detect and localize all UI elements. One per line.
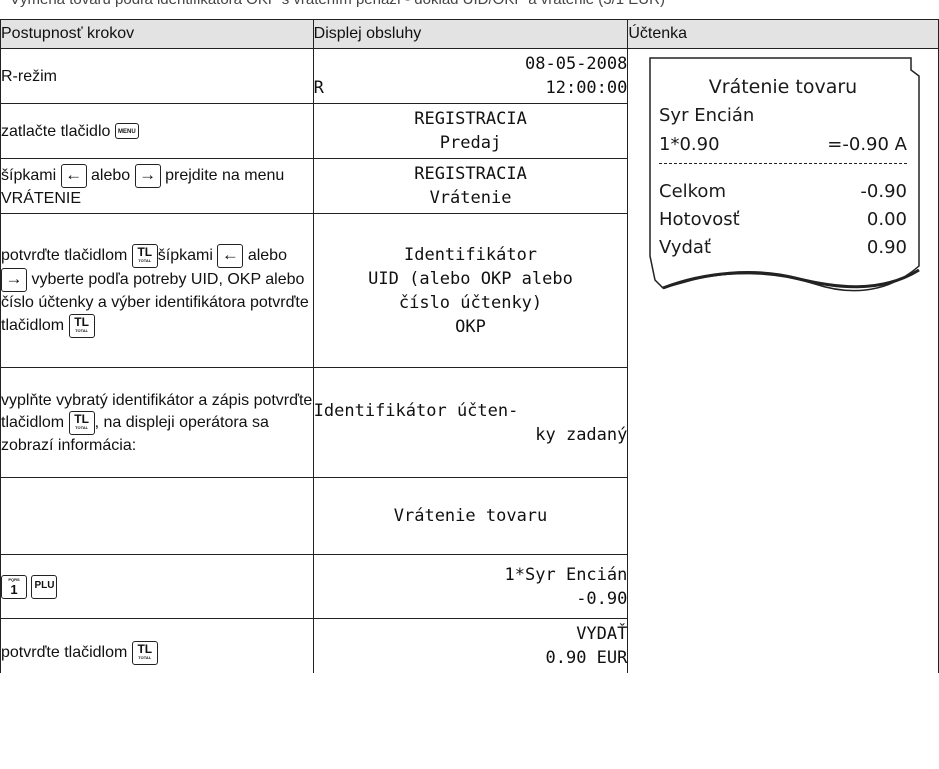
total-key-icon: TL TOTAL [68,313,95,338]
step-text: potvrďte tlačidlom [1,643,128,661]
step-text: alebo [91,166,131,184]
display-line-2: -0.90 [576,588,628,609]
display-line-2: Vrátenie [429,188,512,208]
receipt-cash-label: Hotovosť [659,209,740,230]
step-cell: PQRS 1 PLU [0,554,314,619]
key-1-icon: PQRS 1 [1,574,27,599]
display-cell: Identifikátor UID (alebo OKP alebo číslo… [312,213,629,368]
receipt-cash-row: Hotovosť 0.00 [659,209,907,230]
receipt-total-row: Celkom -0.90 [659,181,907,202]
display-line-4: OKP [455,316,486,337]
right-arrow-key-icon: → [134,163,161,188]
step-text: šípkami [1,166,57,184]
plu-key-icon: PLU [31,574,58,599]
receipt-cash-value: 0.00 [866,209,907,230]
column-header-display: Displej obsluhy [312,19,629,49]
display-line-1: Identifikátor [403,244,538,265]
receipt-divider [659,163,907,164]
receipt-change-label: Vydať [659,237,711,258]
step-text: šípkami [157,246,213,264]
step-cell: potvrďte tlačidlom TL TOTAL [0,618,314,673]
step-text: zatlačte tlačidlo [1,122,111,140]
receipt-illustration: Vrátenie tovaru Syr Encián 1*0.90 =-0.90 … [645,56,921,301]
column-header-steps: Postupnosť krokov [0,19,314,49]
display-cell: 08-05-2008 R 12:00:00 [312,48,629,104]
receipt-item-line: 1*0.90 =-0.90 A [659,134,907,155]
left-arrow-key-icon: ← [60,163,87,188]
receipt-total-label: Celkom [659,181,726,202]
display-line-2: ky zadaný [535,424,628,445]
display-date: 08-05-2008 [525,54,628,74]
left-arrow-key-icon: ← [217,243,244,268]
receipt-change-row: Vydať 0.90 [659,237,907,258]
step-cell: potvrďte tlačidlom TL TOTAL šípkami ← aleb… [0,213,314,368]
display-line-3: číslo účtenky) [398,292,543,313]
step-text: alebo [247,246,287,264]
column-header-receipt: Účtenka [627,19,939,49]
total-key-icon: TL TOTAL [131,640,158,665]
display-line-2: UID (alebo OKP alebo [368,268,573,289]
display-line-1: REGISTRACIA [414,109,527,129]
cut-off-header-line: Výmena tovaru podľa identifikátora OKP s… [0,0,939,12]
display-line-1: VYDAŤ [576,623,628,644]
receipt-total-value: -0.90 [860,181,907,202]
display-time: 12:00:00 [545,78,628,98]
receipt-title: Vrátenie tovaru [708,76,858,98]
display-cell: Vrátenie tovaru [312,477,629,555]
display-cell: REGISTRACIA Predaj [312,103,629,159]
display-cell: VYDAŤ 0.90 EUR [312,618,629,673]
display-cell: 1*Syr Encián -0.90 [312,554,629,619]
receipt-line-total: =-0.90 A [827,134,907,155]
receipt-item-name: Syr Encián [659,105,755,126]
step-cell: šípkami ← alebo → prejdite na menu VRÁTE… [0,158,314,214]
step-cell: R-režim [0,48,314,104]
step-text: vyberte podľa potreby UID, OKP alebo čís… [1,270,309,334]
step-text: potvrďte tlačidlom [1,246,128,264]
display-cell: REGISTRACIA Vrátenie [312,158,629,214]
display-mode: R [313,78,324,98]
menu-key-icon: MENU [114,123,139,140]
display-line-1: Identifikátor účten- [313,400,519,421]
step-cell: vyplňte vybratý identifikátor a zápis po… [0,367,314,478]
receipt-change-value: 0.90 [866,237,907,258]
display-cell: Identifikátor účten- ky zadaný [312,367,629,478]
right-arrow-key-icon: → [1,267,27,292]
display-line-1: 1*Syr Encián [504,564,628,585]
display-line-2: Predaj [439,133,502,153]
display-line-1: Vrátenie tovaru [393,506,548,526]
step-cell [0,477,314,555]
display-line-1: REGISTRACIA [414,164,527,184]
total-key-icon: TL TOTAL [131,243,158,268]
header-cut-text: Výmena tovaru podľa identifikátora OKP s… [10,0,665,8]
display-line-2: 0.90 EUR [545,647,628,668]
receipt-qty-price: 1*0.90 [659,134,720,155]
total-key-icon: TL TOTAL [68,410,95,435]
step-cell: zatlačte tlačidlo MENU [0,103,314,159]
step-text: R-režim [1,67,57,85]
